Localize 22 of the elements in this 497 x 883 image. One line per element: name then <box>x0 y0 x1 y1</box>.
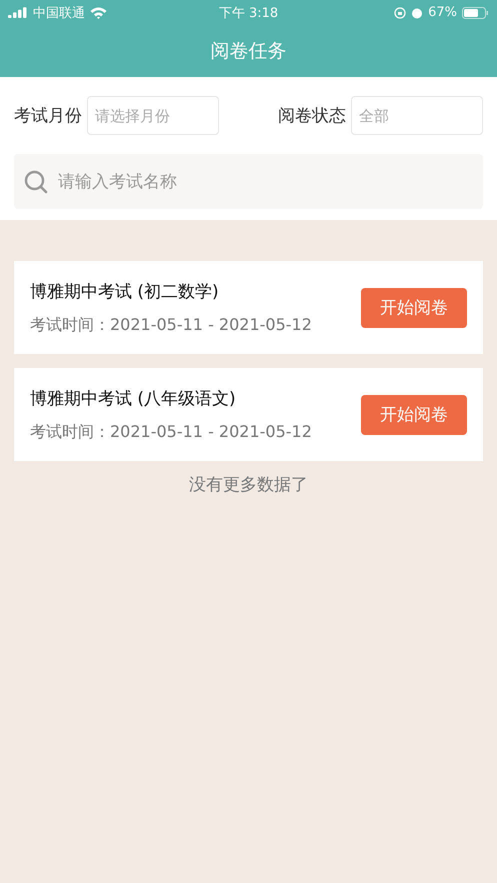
exam-title: 博雅期中考试 (八年级语文) <box>30 388 237 410</box>
battery-icon <box>462 6 489 18</box>
filter-field[interactable]: 全部 <box>351 96 483 135</box>
battery-percent: 67% <box>428 5 457 20</box>
search-bar[interactable]: 请输入考试名称 <box>14 154 483 209</box>
carrier-name: 中国联通 <box>33 4 85 22</box>
page-title: 阅卷任务 <box>210 39 286 64</box>
signal-icon <box>8 7 28 18</box>
wifi-icon <box>90 6 107 18</box>
no-more-data-text: 没有更多数据了 <box>189 475 308 495</box>
exam-time: 考试时间：2021-05-11 - 2021-05-12 <box>30 422 312 442</box>
search-field[interactable]: 请输入考试名称 <box>56 170 473 192</box>
exam-title: 博雅期中考试 (初二数学) <box>30 280 220 302</box>
start-grading-button[interactable]: 开始阅卷 <box>361 394 467 434</box>
filter-label: 阅卷状态 <box>278 105 346 127</box>
exam-time: 考试时间：2021-05-11 - 2021-05-12 <box>30 314 312 336</box>
filter-field[interactable]: 请选择月份 <box>87 96 219 135</box>
search-icon <box>24 170 48 194</box>
filter-label: 考试月份 <box>14 105 82 127</box>
start-grading-button[interactable]: 开始阅卷 <box>361 288 467 328</box>
status-time: 下午 3:18 <box>218 4 278 22</box>
rotation-lock-icon <box>394 6 406 18</box>
